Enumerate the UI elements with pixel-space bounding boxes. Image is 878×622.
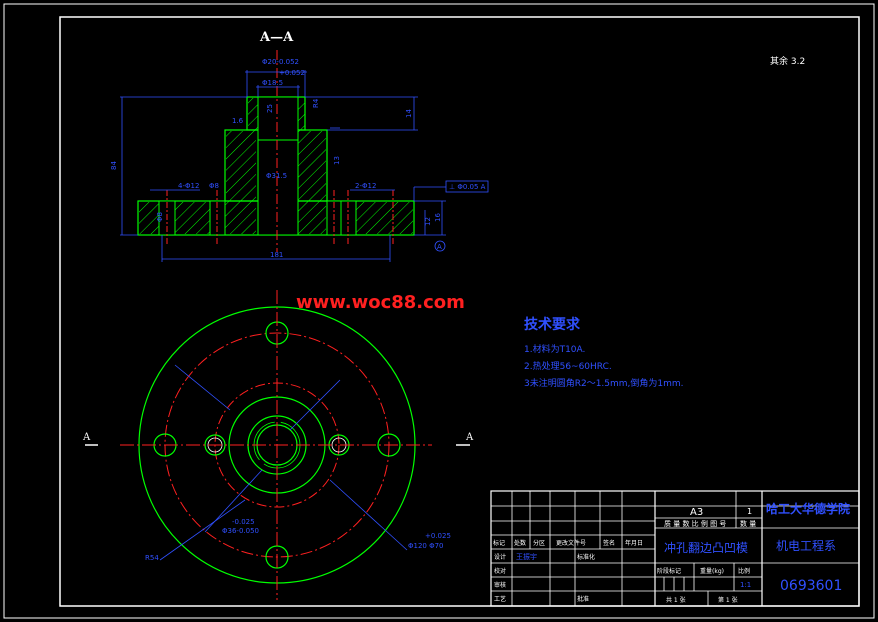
row-label-zone: 分区 [533, 539, 545, 547]
roughness-note: 其余 3.2 [770, 55, 805, 67]
plan-dim-text: R54 -0.025 Φ36-0.050 +0.025 Φ120 Φ70 [145, 518, 451, 562]
bore [257, 96, 299, 236]
drawing-no: 0693601 [780, 578, 842, 594]
section-title: A—A [259, 30, 294, 45]
plan-dim-right-tol: +0.025 [425, 532, 451, 540]
designer-name: 王振宇 [516, 552, 537, 561]
plan-dim-left-bottom: R54 [145, 554, 159, 562]
dim-small-b: 25 [266, 104, 274, 113]
dim-small-c: R4 [312, 98, 320, 108]
view-marker-right: A [465, 432, 474, 443]
craft-label: 工艺 [494, 595, 506, 603]
weight-label: 重量(kg) [700, 567, 724, 575]
check-label: 校对 [494, 567, 506, 575]
dim-left-hole: 4-Φ12 [178, 182, 199, 190]
row-label-count: 处数 [514, 539, 526, 547]
dim-flange-h2: 12 [424, 217, 432, 226]
title-block-text: A3 1 质 量 数 比 例 图 号 数 量 哈工大华德学院 冲孔翻边凸凹模 机… [493, 501, 850, 604]
tech-req-item-1: 1.材料为T10A. [524, 343, 585, 355]
hatch-left-boss [226, 131, 256, 234]
plan-dim-mid-left-tol: -0.025 [232, 518, 255, 526]
design-label: 设计 [494, 553, 506, 561]
school-name: 哈工大华德学院 [766, 501, 850, 516]
scale-value: 1:1 [740, 581, 751, 589]
paper-size: A3 [690, 507, 703, 518]
dim-height-right: 14 [405, 109, 413, 118]
dim-bore-lower: Φ31.5 [266, 172, 287, 180]
hatch-left-neck [248, 98, 258, 131]
tech-requirements: 技术要求 1.材料为T10A. 2.热处理56~60HRC. 3未注明圆角R2～… [524, 316, 684, 389]
website-watermark: www.woc88.com [296, 292, 465, 313]
part-name: 冲孔翻边凸凹模 [664, 540, 748, 555]
total-sheets: 共 1 张 [666, 596, 686, 604]
plan-dim-right-main: Φ120 Φ70 [408, 542, 444, 550]
sheet-no: 第 1 张 [718, 596, 738, 604]
dim-tol-top: +0.052 [279, 69, 305, 77]
dim-datum: A [437, 243, 442, 251]
row-label-sign: 签名 [603, 539, 615, 547]
plan-dim-mid-left: Φ36-0.050 [222, 527, 259, 535]
review-label: 审核 [494, 581, 506, 589]
dept-name: 机电工程系 [776, 538, 836, 553]
tech-req-item-2: 2.热处理56~60HRC. [524, 360, 612, 372]
dim-gdt: ⊥ Φ0.05 A [449, 183, 486, 191]
tech-req-title: 技术要求 [524, 316, 581, 333]
dim-flange-h: 16 [434, 213, 442, 222]
header-row: 质 量 数 比 例 图 号 [664, 519, 726, 528]
dim-small-a: 1.6 [232, 117, 244, 125]
dim-bore-top: Φ20-0.052 [262, 58, 299, 66]
hatch-right-boss [298, 131, 326, 234]
tech-req-item-3: 3未注明圆角R2～1.5mm,倒角为1mm. [524, 377, 684, 389]
paper-no: 1 [747, 507, 752, 516]
row-label-date: 年月日 [625, 539, 643, 547]
dim-right-hole: 2-Φ12 [355, 182, 376, 190]
cad-drawing: A—A 其余 3.2 +0.052 Φ20-0.052 Φ18.5 Φ31.5 … [3, 3, 875, 619]
plan-view [85, 290, 470, 600]
quantity-label: 数 量 [740, 519, 756, 528]
dim-height-inner: 13 [333, 156, 341, 165]
view-marker-left: A [82, 432, 91, 443]
stage-label: 阶段标记 [657, 567, 681, 575]
scale-label: 比例 [738, 567, 750, 575]
row-label-doc: 更改文件号 [556, 539, 586, 547]
dim-total-width: 181 [270, 251, 283, 259]
approve-label: 批准 [577, 595, 589, 603]
dim-right-sub: Φ8 [156, 212, 164, 222]
hatch-right-flange [356, 202, 413, 234]
dim-bore-mid: Φ18.5 [262, 79, 283, 87]
row-label-mark: 标记 [493, 539, 505, 547]
dim-length-left: 84 [110, 161, 118, 170]
standard-label: 标准化 [577, 553, 595, 561]
dim-left-sub: Φ8 [209, 182, 219, 190]
